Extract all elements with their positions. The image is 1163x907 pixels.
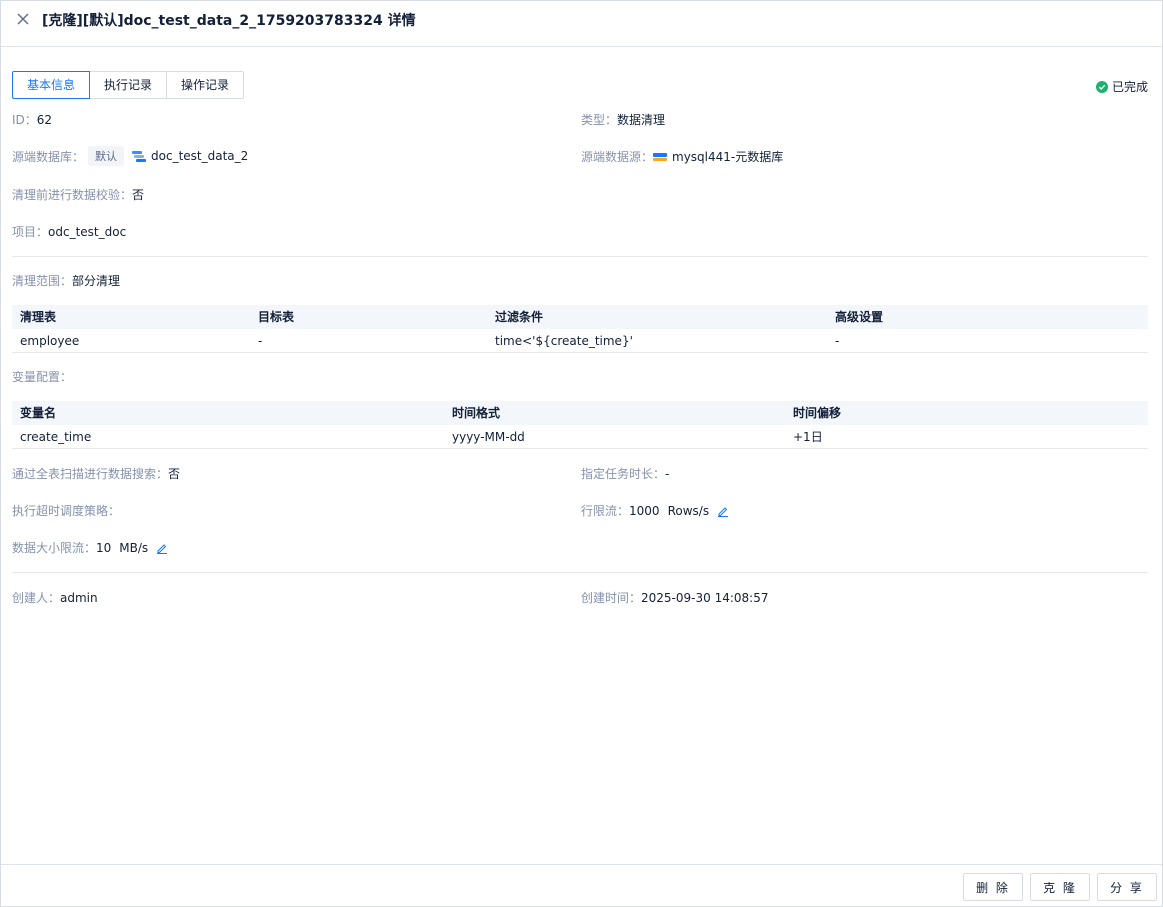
table-row: employee - time<'${create_time}' -: [12, 329, 1148, 353]
col-header: 高级设置: [835, 310, 884, 324]
tab-basic-info[interactable]: 基本信息: [12, 71, 91, 99]
status-label: 已完成: [1111, 80, 1148, 94]
creator-value: admin: [60, 590, 98, 605]
drawer-header: [克隆][默认]doc_test_data_2_1759203783324 详情: [1, 1, 1162, 47]
close-icon[interactable]: [15, 11, 31, 27]
fullscan-row: 通过全表扫描进行数据搜索： 否: [12, 465, 180, 482]
clean-table: 清理表 目标表 过滤条件 高级设置 employee - time<'${cre…: [12, 305, 1148, 353]
type-label: 类型：: [581, 113, 618, 127]
scope-value: 部分清理: [72, 274, 121, 288]
data-limit-unit: MB/s: [119, 540, 149, 555]
verify-row: 清理前进行数据校验： 否: [12, 186, 144, 203]
source-db-label: 源端数据库：: [12, 149, 85, 164]
col-header: 时间偏移: [793, 406, 842, 420]
data-limit-row: 数据大小限流： 10 MB/s: [12, 539, 168, 556]
var-config-label: 变量配置：: [12, 370, 73, 384]
page-title: [克隆][默认]doc_test_data_2_1759203783324 详情: [42, 13, 416, 29]
table-cell: -: [835, 334, 840, 348]
divider: [12, 256, 1148, 257]
creator-label: 创建人：: [12, 591, 61, 605]
variable-table-header: 变量名 时间格式 时间偏移: [12, 401, 1148, 425]
row-limit-unit: Rows/s: [667, 503, 710, 518]
edit-icon[interactable]: [156, 542, 168, 554]
var-config-row: 变量配置：: [12, 368, 72, 385]
clean-table-header: 清理表 目标表 过滤条件 高级设置: [12, 305, 1148, 329]
source-db-row: 源端数据库： 默认 doc_test_data_2: [12, 146, 248, 166]
detail-drawer: [克隆][默认]doc_test_data_2_1759203783324 详情…: [0, 0, 1163, 907]
project-value: odc_test_doc: [48, 224, 127, 239]
id-value: 62: [36, 112, 53, 127]
fullscan-value: 否: [168, 467, 181, 481]
database-icon: [132, 151, 147, 162]
table-cell: time<'${create_time}': [495, 334, 633, 348]
source-db-value: doc_test_data_2: [151, 149, 249, 163]
data-limit-label: 数据大小限流：: [12, 541, 97, 555]
data-limit-value: 10: [96, 540, 112, 555]
timeout-row: 执行超时调度策略：: [12, 502, 120, 519]
type-row: 类型： 数据清理: [581, 111, 665, 128]
fullscan-label: 通过全表扫描进行数据搜索：: [12, 467, 169, 481]
id-row: ID： 62: [12, 111, 52, 128]
divider: [12, 572, 1148, 573]
type-value: 数据清理: [617, 113, 666, 127]
verify-value: 否: [132, 188, 145, 202]
source-ds-row: 源端数据源： mysql441-元数据库: [581, 148, 783, 165]
created-time-row: 创建时间： 2025-09-30 14:08:57: [581, 589, 768, 606]
table-cell: employee: [20, 334, 80, 348]
table-cell: create_time: [20, 430, 92, 444]
tab-operation-records[interactable]: 操作记录: [166, 71, 245, 99]
table-cell: yyyy-MM-dd: [452, 430, 525, 444]
created-time-label: 创建时间：: [581, 591, 642, 605]
duration-row: 指定任务时长： -: [581, 465, 669, 482]
check-circle-icon: [1095, 80, 1108, 93]
source-ds-value: mysql441-元数据库: [672, 150, 784, 164]
scope-label: 清理范围：: [12, 274, 73, 288]
row-limit-row: 行限流： 1000 Rows/s: [581, 502, 729, 519]
table-cell: +1日: [793, 430, 823, 444]
creator-row: 创建人： admin: [12, 589, 98, 606]
row-limit-label: 行限流：: [581, 504, 630, 518]
col-header: 清理表: [20, 310, 57, 324]
datasource-icon: [653, 152, 668, 161]
col-header: 变量名: [20, 406, 57, 420]
col-header: 时间格式: [452, 406, 501, 420]
col-header: 过滤条件: [495, 310, 544, 324]
tab-bar: 基本信息 执行记录 操作记录: [12, 71, 245, 99]
created-time-value: 2025-09-30 14:08:57: [641, 590, 769, 605]
tab-execution-records[interactable]: 执行记录: [89, 71, 168, 99]
edit-icon[interactable]: [717, 505, 729, 517]
duration-label: 指定任务时长：: [581, 467, 666, 481]
scope-row: 清理范围： 部分清理: [12, 272, 120, 289]
col-header: 目标表: [258, 310, 295, 324]
project-label: 项目：: [12, 225, 49, 239]
project-row: 项目： odc_test_doc: [12, 223, 126, 240]
source-ds-label: 源端数据源：: [581, 150, 654, 164]
delete-button[interactable]: 删 除: [963, 873, 1023, 901]
share-button[interactable]: 分 享: [1097, 873, 1157, 901]
status-badge: 已完成: [1095, 78, 1148, 95]
drawer-footer: 删 除 克 隆 分 享: [1, 864, 1162, 906]
variable-table: 变量名 时间格式 时间偏移 create_time yyyy-MM-dd +1日: [12, 401, 1148, 449]
verify-label: 清理前进行数据校验：: [12, 188, 133, 202]
row-limit-value: 1000: [629, 503, 660, 518]
clone-button[interactable]: 克 隆: [1030, 873, 1090, 901]
env-tag: 默认: [88, 146, 125, 166]
table-row: create_time yyyy-MM-dd +1日: [12, 425, 1148, 449]
timeout-label: 执行超时调度策略：: [12, 504, 121, 518]
id-label: ID：: [12, 113, 37, 127]
duration-value: -: [665, 466, 670, 481]
table-cell: -: [258, 334, 263, 348]
